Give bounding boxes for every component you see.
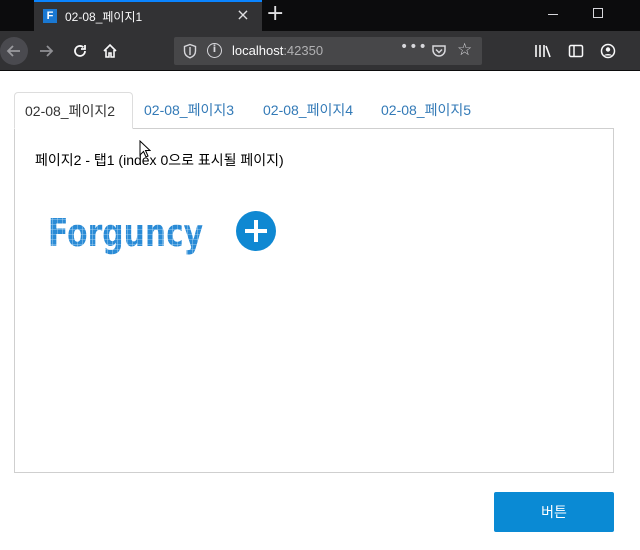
shield-icon[interactable]	[182, 43, 198, 59]
mouse-cursor-icon	[139, 140, 151, 158]
action-button[interactable]: 버튼	[494, 492, 614, 532]
library-icon[interactable]	[533, 41, 553, 61]
page-actions-icon[interactable]: •••	[400, 39, 428, 55]
new-tab-icon[interactable]: +	[266, 3, 284, 25]
logo-text: Forguncy	[48, 211, 203, 255]
minimize-window-icon[interactable]	[545, 6, 561, 22]
maximize-window-icon[interactable]	[593, 8, 603, 18]
close-tab-icon[interactable]: ×	[235, 6, 251, 24]
home-icon[interactable]	[100, 41, 120, 61]
star-icon[interactable]: ☆	[457, 40, 472, 60]
url-host: localhost	[232, 43, 284, 58]
tab-page5[interactable]: 02-08_페이지5	[371, 92, 481, 129]
info-icon[interactable]: i	[207, 43, 222, 58]
tab-page2[interactable]: 02-08_페이지2	[14, 92, 133, 129]
back-arrow-icon[interactable]	[0, 37, 28, 65]
page-tab-strip: 02-08_페이지2 02-08_페이지3 02-08_페이지4 02-08_페…	[14, 92, 614, 129]
account-icon[interactable]	[598, 41, 618, 61]
browser-tab[interactable]: F 02-08_페이지1 ×	[34, 0, 262, 31]
forward-arrow-icon[interactable]	[36, 41, 56, 61]
reload-icon[interactable]	[70, 41, 90, 61]
tab-page3[interactable]: 02-08_페이지3	[134, 92, 244, 129]
favicon-icon: F	[43, 9, 57, 23]
sidebar-icon[interactable]	[566, 41, 586, 61]
tab-panel: 페이지2 - 탭1 (index 0으로 표시될 페이지) Forguncy	[14, 128, 614, 473]
pocket-icon[interactable]	[431, 43, 447, 59]
browser-tab-title: 02-08_페이지1	[65, 10, 143, 24]
url-port: :42350	[283, 43, 324, 58]
url-text[interactable]: localhost:42350	[232, 43, 323, 58]
panel-description: 페이지2 - 탭1 (index 0으로 표시될 페이지)	[35, 152, 284, 168]
browser-titlebar: F 02-08_페이지1 × +	[0, 0, 640, 31]
forguncy-logo: Forguncy	[48, 211, 203, 255]
add-icon[interactable]	[236, 211, 276, 251]
address-bar[interactable]: i localhost:42350 ••• ☆	[174, 37, 482, 65]
tab-page4[interactable]: 02-08_페이지4	[253, 92, 363, 129]
